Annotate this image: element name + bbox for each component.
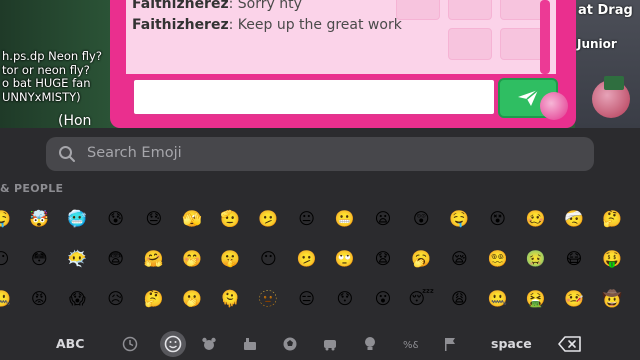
emoji-key[interactable]: 😵 [483, 204, 513, 234]
emoji-key[interactable]: 🤢 [521, 244, 551, 274]
smiley-icon[interactable] [163, 334, 183, 354]
emoji-key[interactable]: 🤯 [24, 204, 54, 234]
emoji-key[interactable]: 😵‍💫 [483, 244, 513, 274]
emoji-key[interactable]: 🤐 [0, 284, 16, 314]
emoji-key[interactable]: 😰 [101, 204, 131, 234]
recent-clock-icon[interactable] [120, 334, 140, 354]
emoji-keyboard: Search Emoji & PEOPLE 🤤 🤯 🥶 😰 😓 🫣 🫡 🫤 😐 😬 😦 😲 🤤 😵 🥴 🤕 🤔 😶… [0, 128, 640, 360]
emoji-key[interactable]: 😷 [559, 244, 589, 274]
emoji-key[interactable]: 😥 [101, 284, 131, 314]
emoji-key[interactable]: 🤤 [444, 204, 474, 234]
emoji-key[interactable]: 😶‍🌫️ [62, 244, 92, 274]
chat-message: Faithizherez: Sorry hty [132, 0, 302, 12]
chat-username: Faithizherez [132, 17, 229, 33]
car-icon[interactable] [320, 334, 340, 354]
present-icon [604, 76, 624, 90]
emoji-key[interactable]: 😪 [444, 244, 474, 274]
emoji-key[interactable]: 🙄 [330, 244, 360, 274]
emoji-key[interactable]: 😮 [368, 284, 398, 314]
emoji-key[interactable]: 🫥 [253, 284, 283, 314]
emoji-key[interactable]: 🤔 [139, 284, 169, 314]
emoji-key[interactable]: 🫢 [177, 284, 207, 314]
emoji-key[interactable]: 😦 [368, 204, 398, 234]
emoji-key[interactable]: 🥱 [406, 244, 436, 274]
symbols-icon[interactable]: %& [400, 334, 420, 354]
emoji-key[interactable]: 🤫 [215, 244, 245, 274]
chat-grid-cell [500, 28, 544, 60]
emoji-key[interactable]: 🤭 [177, 244, 207, 274]
chat-username: Faithizherez [132, 0, 229, 12]
abc-key[interactable]: ABC [56, 336, 84, 351]
chat-message: Faithizherez: Keep up the great work [132, 17, 402, 33]
ball-icon[interactable] [280, 334, 300, 354]
emoji-key[interactable]: 😶 [253, 244, 283, 274]
paper-plane-icon [518, 89, 539, 106]
chat-text: Sorry hty [237, 0, 302, 12]
emoji-key[interactable]: 🫠 [215, 284, 245, 314]
emoji-key[interactable]: 😶 [0, 244, 16, 274]
lightbulb-icon[interactable] [360, 334, 380, 354]
emoji-key[interactable]: 😑 [292, 284, 322, 314]
chat-grid-cell [448, 0, 492, 20]
emoji-key[interactable]: 😳 [24, 244, 54, 274]
chat-text: Keep up the great work [237, 17, 402, 33]
food-icon[interactable] [240, 334, 260, 354]
emoji-key[interactable]: 🤤 [0, 204, 16, 234]
emoji-key[interactable]: 😨 [101, 244, 131, 274]
keyboard-bottom-bar: ABC %& space [0, 328, 640, 360]
backspace-icon[interactable] [558, 335, 582, 353]
chat-input[interactable] [132, 78, 496, 116]
emoji-key[interactable]: 🤮 [521, 284, 551, 314]
emoji-key[interactable]: 😓 [139, 204, 169, 234]
emoji-key[interactable]: 🤐 [483, 284, 513, 314]
emoji-key[interactable]: 🫡 [215, 204, 245, 234]
emoji-key[interactable]: 😯 [330, 284, 360, 314]
emoji-key[interactable]: 😬 [330, 204, 360, 234]
bottom-nametag: (Hon [58, 113, 92, 128]
emoji-key[interactable]: 😧 [368, 244, 398, 274]
emoji-key[interactable]: 🤑 [597, 244, 627, 274]
emoji-key[interactable]: 😐 [292, 204, 322, 234]
emoji-key[interactable]: 🥶 [62, 204, 92, 234]
emoji-key[interactable]: 🤠 [597, 284, 627, 314]
chat-scrollbar[interactable] [540, 0, 550, 74]
emoji-key[interactable]: 😡 [24, 284, 54, 314]
emoji-key[interactable]: 😴 [406, 284, 436, 314]
right-nametag-junior: Junior [577, 37, 617, 51]
emoji-grid: 🤤 🤯 🥶 😰 😓 🫣 🫡 🫤 😐 😬 😦 😲 🤤 😵 🥴 🤕 🤔 😶 😳 😶‍🌫️ 😨 🤗 🤭 🤫 😶 🫤 🙄 😧 🥱 😪 😵‍💫 🤢 😷 🤑 🤐… [0, 128, 640, 360]
chat-grid-cell [448, 28, 492, 60]
decor-ball [540, 92, 568, 120]
emoji-key[interactable]: 🤔 [597, 204, 627, 234]
emoji-key[interactable]: 🤕 [559, 204, 589, 234]
emoji-key[interactable]: 😲 [406, 204, 436, 234]
emoji-key[interactable]: 🫤 [253, 204, 283, 234]
space-key[interactable]: space [491, 336, 532, 351]
flag-icon[interactable] [440, 334, 460, 354]
emoji-key[interactable]: 🤒 [559, 284, 589, 314]
emoji-key[interactable]: 🫣 [177, 204, 207, 234]
emoji-key[interactable]: 😩 [444, 284, 474, 314]
emoji-key[interactable]: 😱 [62, 284, 92, 314]
emoji-key[interactable]: 🥴 [521, 204, 551, 234]
right-nametag-top: at Drag [578, 3, 633, 18]
emoji-key[interactable]: 🤗 [139, 244, 169, 274]
animal-icon[interactable] [199, 334, 219, 354]
chat-grid-cell [500, 0, 544, 20]
emoji-key[interactable]: 🫤 [292, 244, 322, 274]
svg-text:%&: %& [403, 340, 418, 351]
chat-grid-cell [396, 0, 440, 20]
